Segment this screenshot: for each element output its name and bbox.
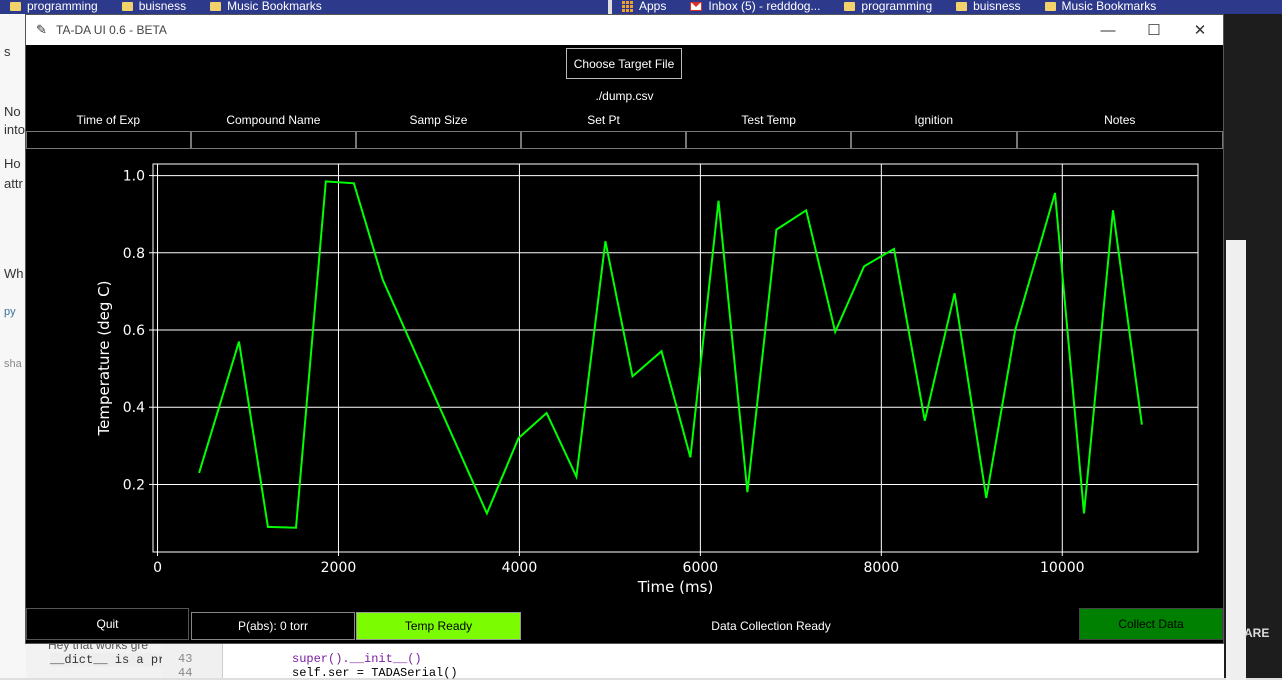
x-tick-label: 2000: [321, 560, 357, 576]
compound-name-label: Compound Name: [226, 113, 321, 127]
maximize-button[interactable]: ☐: [1131, 15, 1177, 45]
bookmark-music[interactable]: Music Bookmarks: [210, 0, 322, 12]
pressure-readout: P(abs): 0 torr: [191, 612, 355, 640]
y-tick-label: 0.8: [123, 246, 145, 262]
time-of-exp-label: Time of Exp: [76, 113, 141, 127]
minimize-button[interactable]: —: [1085, 15, 1131, 45]
temperature-series-line: [198, 180, 1143, 529]
y-tick-label: 1.0: [123, 169, 145, 185]
bookmark-buisness-2[interactable]: buisness: [956, 0, 1021, 12]
temp-ready-indicator: Temp Ready: [356, 612, 521, 640]
background-page-right: ARE: [1224, 14, 1282, 680]
temperature-chart: 0 2000 4000 6000 8000 10000 0.2 0.4 0.6 0.8 1.0 Tim…: [95, 163, 1199, 596]
bookmarks-bar-right: Apps Inbox (5) - redddog... programming …: [612, 0, 1282, 14]
bookmark-programming[interactable]: programming: [10, 0, 98, 12]
field-inputs-row: [26, 131, 1223, 151]
x-tick-label: 6000: [683, 560, 719, 576]
window-title: TA-DA UI 0.6 - BETA: [56, 23, 167, 37]
choose-target-file-button[interactable]: Choose Target File: [566, 48, 682, 79]
feather-icon: ✎: [36, 22, 47, 37]
folder-icon: [844, 1, 856, 11]
bottom-controls: Quit P(abs): 0 torr Temp Ready Data Coll…: [26, 608, 1223, 642]
collect-data-button[interactable]: Collect Data: [1079, 608, 1223, 640]
samp-size-input[interactable]: [356, 131, 521, 149]
bookmarks-bar-left: programming buisness Music Bookmarks: [0, 0, 608, 14]
folder-icon: [210, 1, 222, 11]
folder-icon: [121, 1, 133, 11]
ignition-input[interactable]: [850, 131, 1017, 149]
y-tick-label: 0.6: [123, 323, 145, 339]
close-button[interactable]: ✕: [1177, 15, 1223, 45]
folder-icon: [1044, 1, 1056, 11]
compound-name-input[interactable]: [190, 131, 357, 149]
quit-button[interactable]: Quit: [26, 608, 189, 640]
test-temp-label: Test Temp: [741, 113, 796, 127]
background-side-panel: [1226, 240, 1246, 680]
test-temp-input[interactable]: [686, 131, 851, 149]
bookmark-buisness[interactable]: buisness: [121, 0, 186, 12]
file-path-label: ./dump.csv: [595, 89, 654, 103]
y-axis-label: Temperature (deg C): [95, 280, 113, 436]
apps-grid-icon: [622, 0, 633, 12]
y-tick-label: 0.2: [123, 477, 145, 493]
gmail-icon: [690, 1, 703, 11]
time-of-exp-input[interactable]: [26, 131, 191, 149]
folder-icon: [956, 1, 968, 11]
window-titlebar[interactable]: ✎ TA-DA UI 0.6 - BETA — ☐ ✕: [26, 15, 1223, 45]
app-window: ✎ TA-DA UI 0.6 - BETA — ☐ ✕ Choose Targe…: [25, 14, 1224, 644]
samp-size-label: Samp Size: [409, 113, 468, 127]
x-tick-label: 0: [153, 560, 162, 576]
x-tick-label: 10000: [1040, 560, 1085, 576]
ignition-label: Ignition: [914, 113, 954, 127]
bookmark-music-2[interactable]: Music Bookmarks: [1044, 0, 1156, 12]
set-pt-label: Set Pt: [587, 113, 620, 127]
x-tick-label: 4000: [502, 560, 538, 576]
x-axis-label: Time (ms): [637, 578, 714, 596]
x-tick-label: 8000: [864, 560, 900, 576]
field-labels-row: Time of Exp Compound Name Samp Size Set …: [26, 113, 1223, 129]
status-label: Data Collection Ready: [711, 619, 831, 633]
folder-icon: [10, 1, 21, 11]
set-pt-input[interactable]: [520, 131, 687, 149]
bookmark-inbox[interactable]: Inbox (5) - redddog...: [690, 0, 820, 12]
background-page-left: s No into Ho attr Wh py sha: [0, 14, 26, 678]
notes-label: Notes: [1104, 113, 1136, 127]
y-tick-label: 0.4: [123, 400, 145, 416]
bookmark-programming-2[interactable]: programming: [844, 0, 932, 12]
notes-input[interactable]: [1016, 131, 1223, 149]
bookmark-apps[interactable]: Apps: [622, 0, 666, 12]
